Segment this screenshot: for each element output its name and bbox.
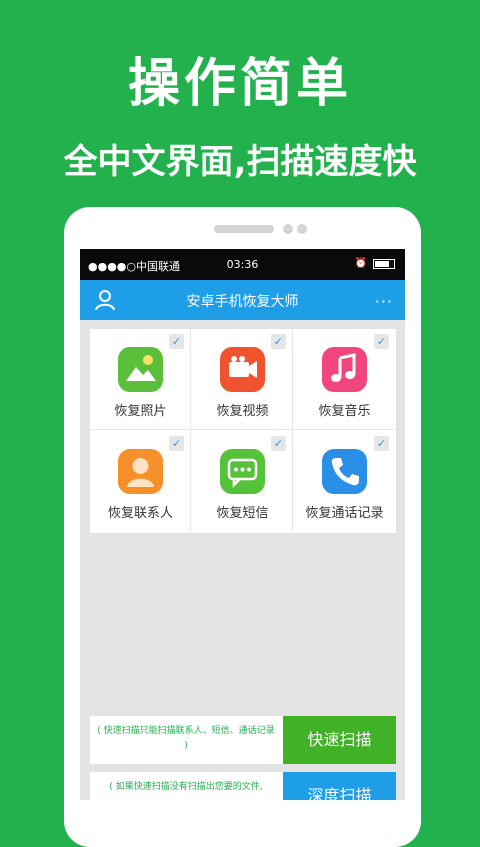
photo-icon bbox=[118, 347, 163, 392]
checkbox-icon[interactable]: ✓ bbox=[169, 334, 184, 349]
recover-call-log-item[interactable]: ✓ 恢复通话记录 bbox=[294, 431, 395, 532]
deep-scan-button[interactable]: 深度扫描 bbox=[283, 772, 396, 800]
recover-contacts-item[interactable]: ✓ 恢复联系人 bbox=[90, 431, 191, 532]
music-icon bbox=[322, 347, 367, 392]
checkbox-icon[interactable]: ✓ bbox=[374, 436, 389, 451]
item-label: 恢复照片 bbox=[114, 404, 167, 419]
checkbox-icon[interactable]: ✓ bbox=[169, 436, 184, 451]
recover-videos-item[interactable]: ✓ 恢复视频 bbox=[192, 329, 293, 430]
quick-scan-hint: ( 快速扫描只能扫描联系人、短信、通话记录 ) bbox=[97, 726, 275, 751]
status-bar: ●●●●○中国联通 03:36 ⏰ bbox=[80, 249, 405, 280]
app-bar: 安卓手机恢复大师 ··· bbox=[80, 280, 405, 320]
contact-icon bbox=[118, 449, 163, 494]
item-label: 恢复短信 bbox=[216, 506, 269, 521]
recover-photos-item[interactable]: ✓ 恢复照片 bbox=[90, 329, 191, 430]
more-icon[interactable]: ··· bbox=[375, 292, 393, 311]
checkbox-icon[interactable]: ✓ bbox=[271, 436, 286, 451]
checkbox-icon[interactable]: ✓ bbox=[374, 334, 389, 349]
phone-camera bbox=[283, 224, 293, 234]
phone-speaker bbox=[214, 225, 274, 233]
checkbox-icon[interactable]: ✓ bbox=[271, 334, 286, 349]
recovery-grid: ✓ 恢复照片 ✓ 恢复视频 ✓ 恢复音乐 ✓ 恢复联系人 ✓ 恢复短信 ✓ 恢复… bbox=[90, 329, 396, 533]
quick-scan-button[interactable]: 快速扫描 bbox=[283, 716, 396, 764]
item-label: 恢复通话记录 bbox=[305, 506, 384, 521]
phone-sensor bbox=[297, 224, 307, 234]
status-icons: ⏰ bbox=[355, 258, 395, 269]
recover-sms-item[interactable]: ✓ 恢复短信 bbox=[192, 431, 293, 532]
phone-icon bbox=[322, 449, 367, 494]
sms-icon bbox=[220, 449, 265, 494]
item-label: 恢复音乐 bbox=[318, 404, 371, 419]
phone-screen: ●●●●○中国联通 03:36 ⏰ 安卓手机恢复大师 ··· ✓ 恢复照片 ✓ … bbox=[80, 249, 405, 800]
recover-music-item[interactable]: ✓ 恢复音乐 bbox=[294, 329, 395, 430]
item-label: 恢复联系人 bbox=[107, 506, 173, 521]
app-title: 安卓手机恢复大师 bbox=[186, 294, 299, 310]
item-label: 恢复视频 bbox=[216, 404, 269, 419]
deep-scan-hint: ( 如果快速扫描没有扫描出您要的文件, bbox=[109, 782, 263, 792]
quick-scan-row: ( 快速扫描只能扫描联系人、短信、通话记录 ) 快速扫描 bbox=[90, 716, 396, 764]
video-icon bbox=[220, 347, 265, 392]
promo-subheadline: 全中文界面,扫描速度快 bbox=[63, 142, 417, 182]
alarm-icon: ⏰ bbox=[354, 258, 367, 269]
promo-headline: 操作简单 bbox=[127, 54, 352, 114]
battery-icon bbox=[373, 258, 395, 269]
deep-scan-row: ( 如果快速扫描没有扫描出您要的文件, 深度扫描 bbox=[90, 772, 396, 800]
